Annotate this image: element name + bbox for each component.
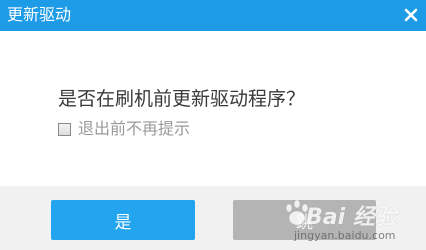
yes-button[interactable]: 是 (51, 200, 195, 240)
close-icon (404, 8, 418, 22)
skip-button-label: 跳 (296, 212, 313, 233)
update-driver-dialog: 更新驱动 是否在刷机前更新驱动程序？ 退出前不再提示 是 跳 Bai 经验 ji… (0, 0, 426, 250)
dont-ask-again-label: 退出前不再提示 (78, 119, 191, 138)
update-question-text: 是否在刷机前更新驱动程序？ (58, 88, 306, 110)
dialog-footer: 是 跳 Bai 经验 jingyan.baidu.com (0, 186, 426, 250)
dialog-title: 更新驱动 (7, 5, 72, 24)
dialog-titlebar: 更新驱动 (0, 0, 426, 31)
close-button[interactable] (400, 4, 422, 26)
dont-ask-again-checkbox[interactable] (58, 122, 71, 136)
dialog-content: 是否在刷机前更新驱动程序？ 退出前不再提示 (0, 31, 426, 186)
skip-button[interactable]: 跳 (233, 200, 376, 240)
dont-ask-again-option[interactable]: 退出前不再提示 (58, 119, 190, 139)
